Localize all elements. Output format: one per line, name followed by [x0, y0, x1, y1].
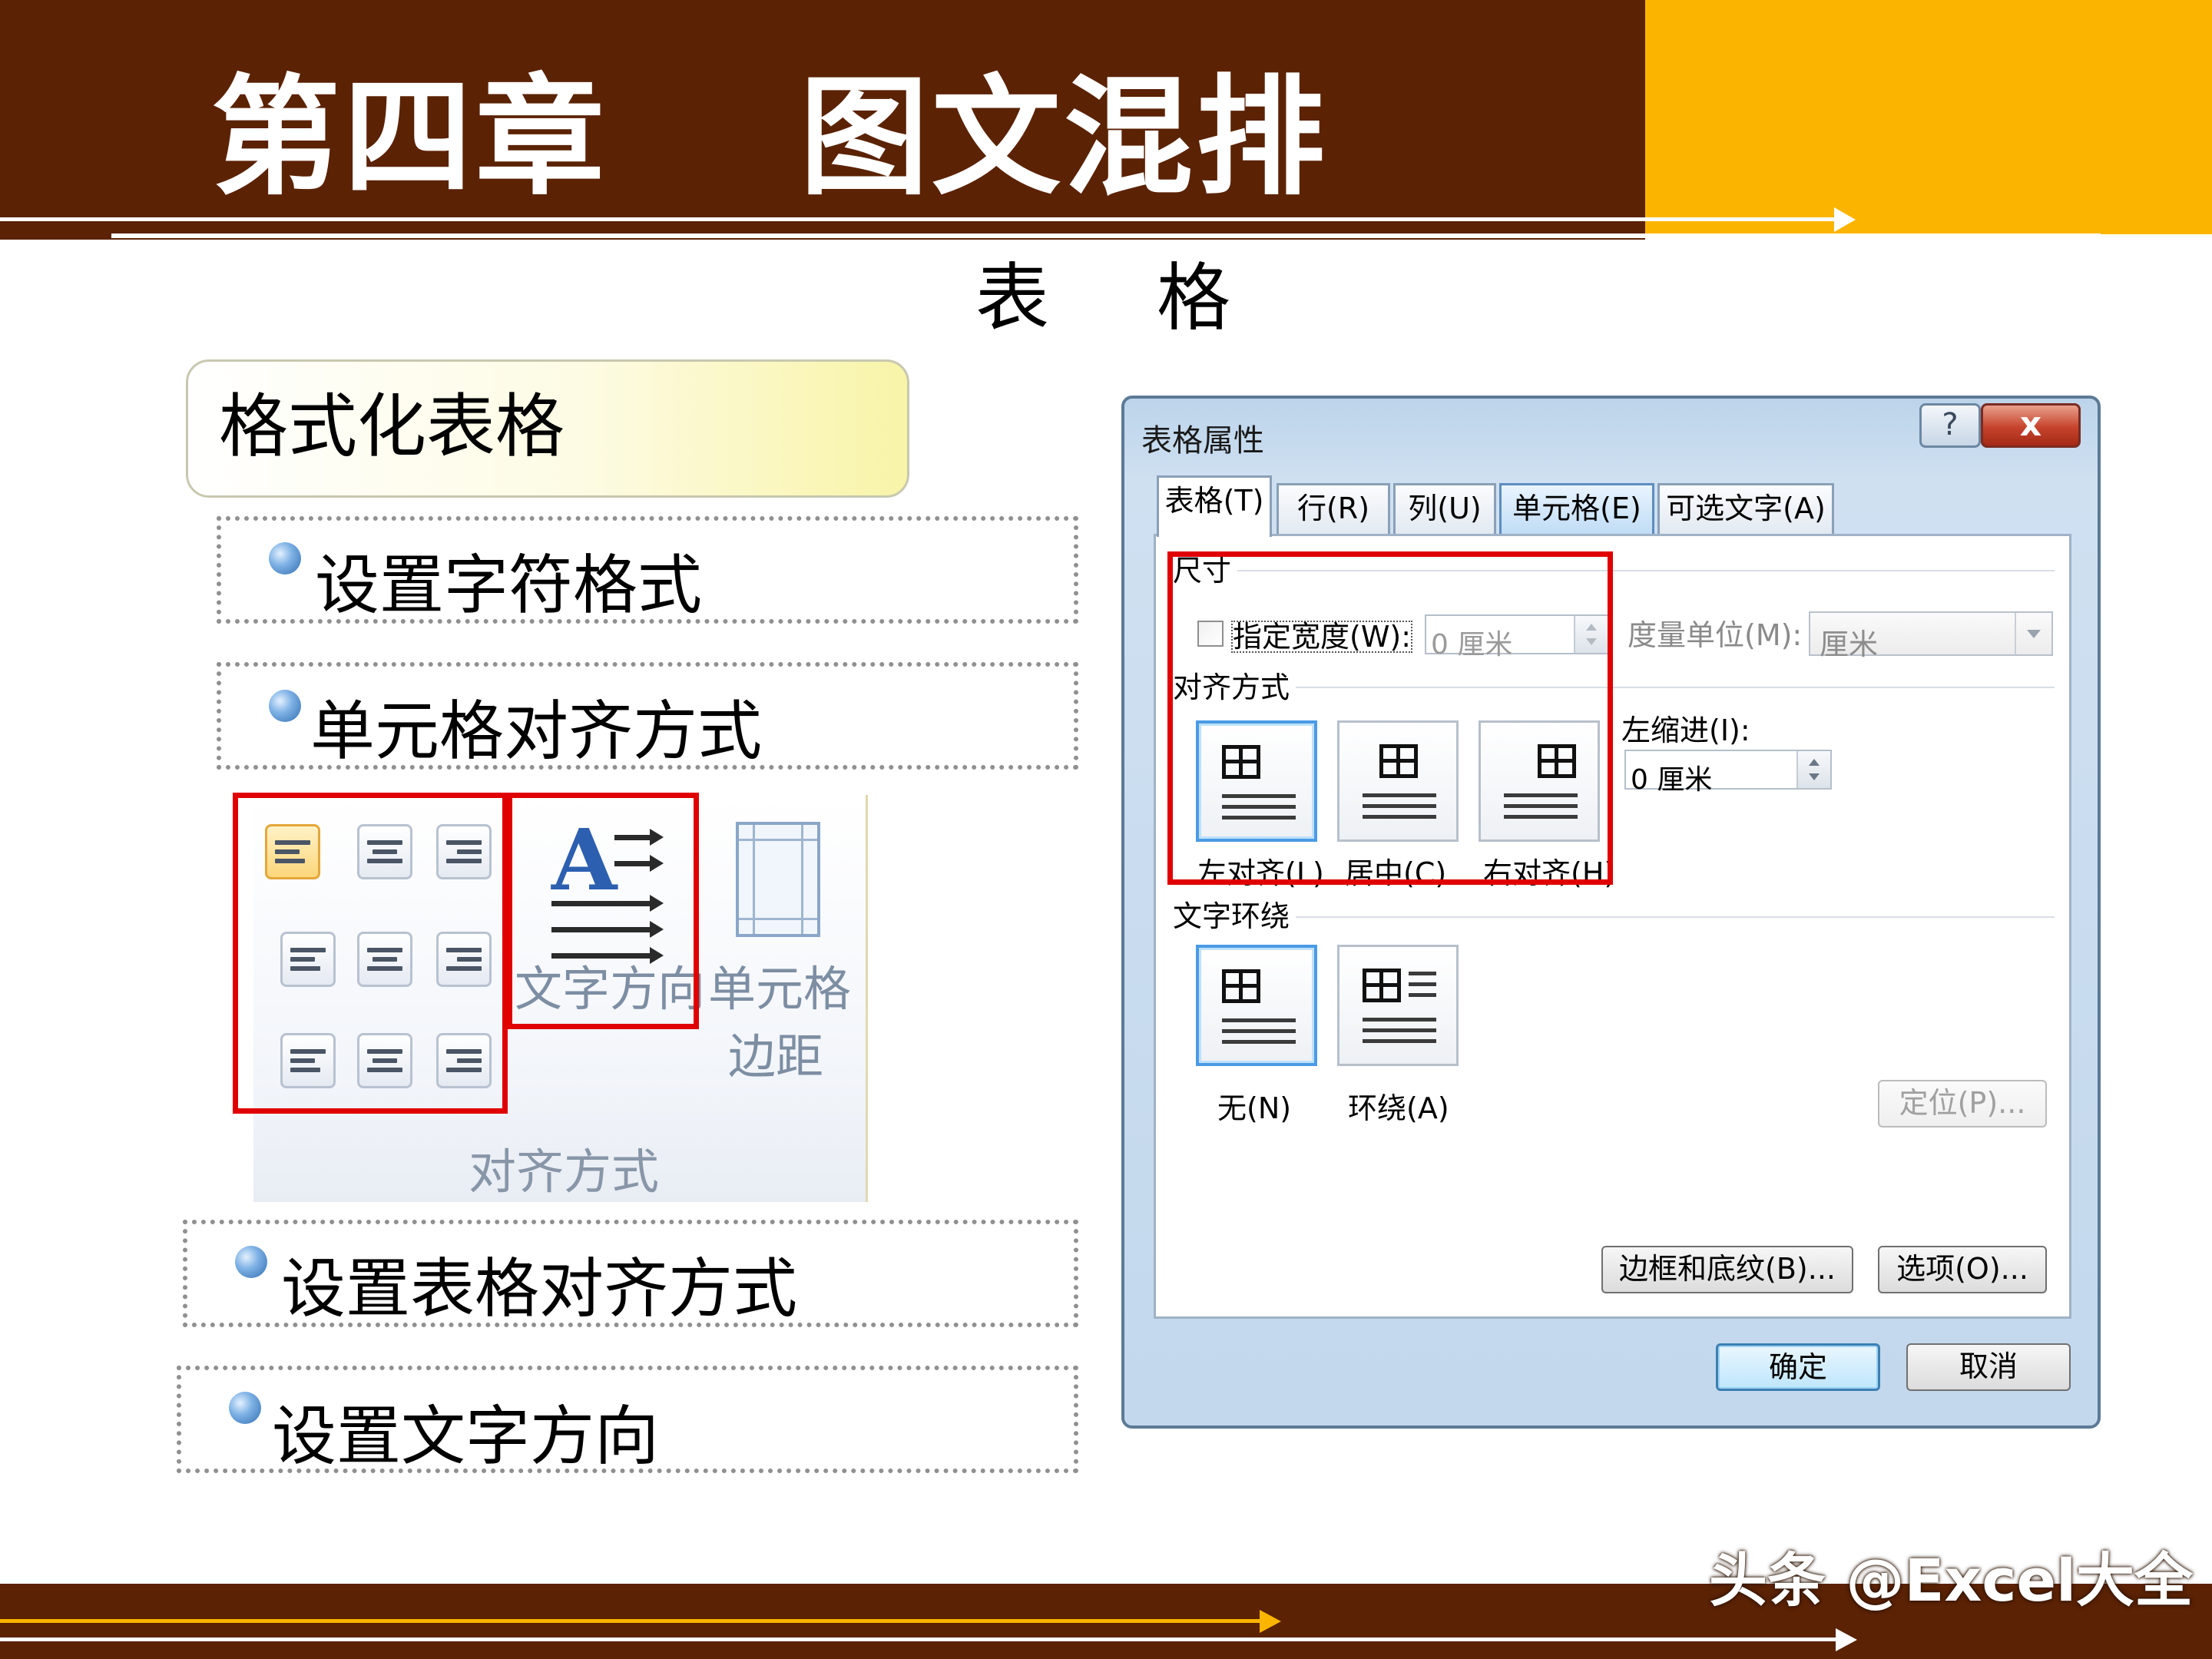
help-button[interactable]: ?	[1919, 403, 1981, 448]
bullet-icon	[269, 690, 301, 722]
tab-alt-text[interactable]: 可选文字(A)	[1657, 483, 1834, 534]
bullet-icon	[269, 542, 301, 575]
bullet-text: 单元格对齐方式	[310, 694, 763, 769]
highlight-frame-align-grid	[233, 793, 508, 1114]
format-table-label: 格式化表格	[219, 386, 565, 467]
dialog-title: 表格属性	[1141, 423, 1264, 459]
borders-shading-button[interactable]: 边框和底纹(B)...	[1601, 1246, 1853, 1293]
format-table-box: 格式化表格	[186, 359, 909, 498]
footer-arrow-white	[0, 1637, 1843, 1641]
chevron-down-icon[interactable]	[2015, 613, 2051, 654]
measure-unit-value: 厘米	[1820, 628, 1879, 661]
left-indent-spin-field[interactable]: 0 厘米	[1624, 750, 1832, 796]
header-arrow-head-icon	[1834, 207, 1856, 232]
left-indent-label: 左缩进(I):	[1621, 714, 1750, 747]
highlight-frame-size-alignment	[1167, 551, 1613, 885]
footer-arrow-gold	[0, 1619, 1267, 1623]
header-arrow-line	[0, 217, 1843, 221]
highlight-frame-text-direction	[507, 793, 699, 1029]
slide-subtitle: 表格	[975, 255, 1338, 341]
bullet-icon	[235, 1246, 267, 1278]
wrap-none-tile[interactable]	[1196, 945, 1317, 1066]
bullet-text: 设置文字方向	[272, 1399, 660, 1474]
cancel-button[interactable]: 取消	[1906, 1343, 2071, 1391]
measure-unit-label: 度量单位(M):	[1628, 618, 1803, 652]
chapter-title: 第四章 图文混排	[211, 62, 1328, 213]
close-button[interactable]: x	[1981, 403, 2081, 448]
measure-unit-combo[interactable]: 厘米	[1809, 611, 2053, 661]
bullet-box-char-format: 设置字符格式	[217, 516, 1078, 624]
wrap-around-tile[interactable]	[1337, 945, 1459, 1066]
tab-row[interactable]: 行(R)	[1277, 483, 1390, 534]
wrap-group-label: 文字环绕	[1173, 902, 1296, 931]
bullet-box-text-direction: 设置文字方向	[177, 1366, 1078, 1473]
wrap-none-label[interactable]: 无(N)	[1217, 1094, 1291, 1123]
tab-cell[interactable]: 单元格(E)	[1499, 483, 1654, 534]
cell-margin-label[interactable]: 单元格	[708, 965, 851, 1013]
header-accent	[1645, 0, 2212, 234]
table-properties-dialog: 表格属性 ? x 表格(T) 行(R) 列(U) 单元格(E) 可选文字(A) …	[1121, 396, 2101, 1429]
cell-margin-label-line2[interactable]: 边距	[728, 1033, 823, 1081]
bullet-box-table-align: 设置表格对齐方式	[183, 1220, 1078, 1327]
bullet-text: 设置表格对齐方式	[281, 1251, 798, 1326]
ribbon-group-caption: 对齐方式	[469, 1144, 660, 1200]
footer-arrow-gold-head-icon	[1260, 1610, 1281, 1633]
wrap-around-label[interactable]: 环绕(A)	[1348, 1094, 1449, 1123]
watermark: 头条 @Excel大全	[1709, 1546, 2194, 1614]
spin-arrows-icon[interactable]	[1796, 751, 1830, 788]
left-indent-value: 0 厘米	[1631, 764, 1713, 796]
bullet-box-cell-align: 单元格对齐方式	[217, 662, 1078, 770]
bullet-text: 设置字符格式	[315, 548, 703, 623]
bullet-icon	[229, 1392, 261, 1424]
position-button[interactable]: 定位(P)...	[1878, 1080, 2047, 1128]
ok-button[interactable]: 确定	[1716, 1343, 1880, 1391]
header-rule	[111, 233, 2101, 238]
wrap-group-rule	[1290, 916, 2055, 918]
tab-table[interactable]: 表格(T)	[1157, 475, 1272, 537]
footer-arrow-white-head-icon	[1836, 1628, 1857, 1651]
cell-margin-icon[interactable]	[736, 822, 820, 937]
tab-column[interactable]: 列(U)	[1393, 483, 1496, 534]
options-button[interactable]: 选项(O)...	[1878, 1246, 2047, 1293]
